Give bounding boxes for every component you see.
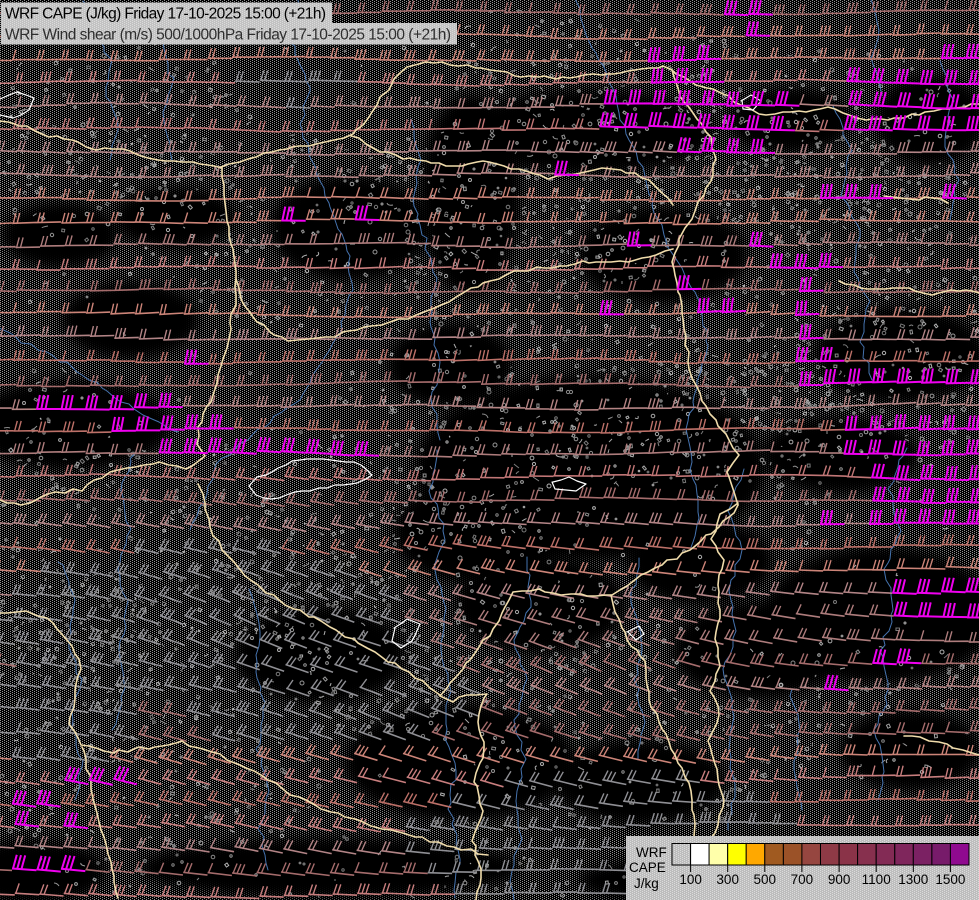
svg-text:700: 700 (791, 872, 814, 887)
svg-text:CAPE: CAPE (629, 860, 666, 875)
svg-text:WRF CAPE (J/kg) Friday 17-10-2: WRF CAPE (J/kg) Friday 17-10-2025 15:00 … (5, 6, 326, 23)
svg-text:1300: 1300 (898, 872, 928, 887)
svg-text:J/kg: J/kg (634, 876, 659, 891)
svg-text:WRF: WRF (636, 845, 667, 860)
svg-text:1100: 1100 (862, 872, 891, 887)
svg-text:100: 100 (679, 872, 702, 887)
svg-text:300: 300 (716, 872, 739, 887)
svg-text:WRF Wind shear (m/s) 500/1000h: WRF Wind shear (m/s) 500/1000hPa Friday … (5, 27, 451, 44)
svg-text:1500: 1500 (935, 872, 965, 887)
svg-text:500: 500 (754, 872, 777, 887)
svg-text:900: 900 (828, 872, 851, 887)
